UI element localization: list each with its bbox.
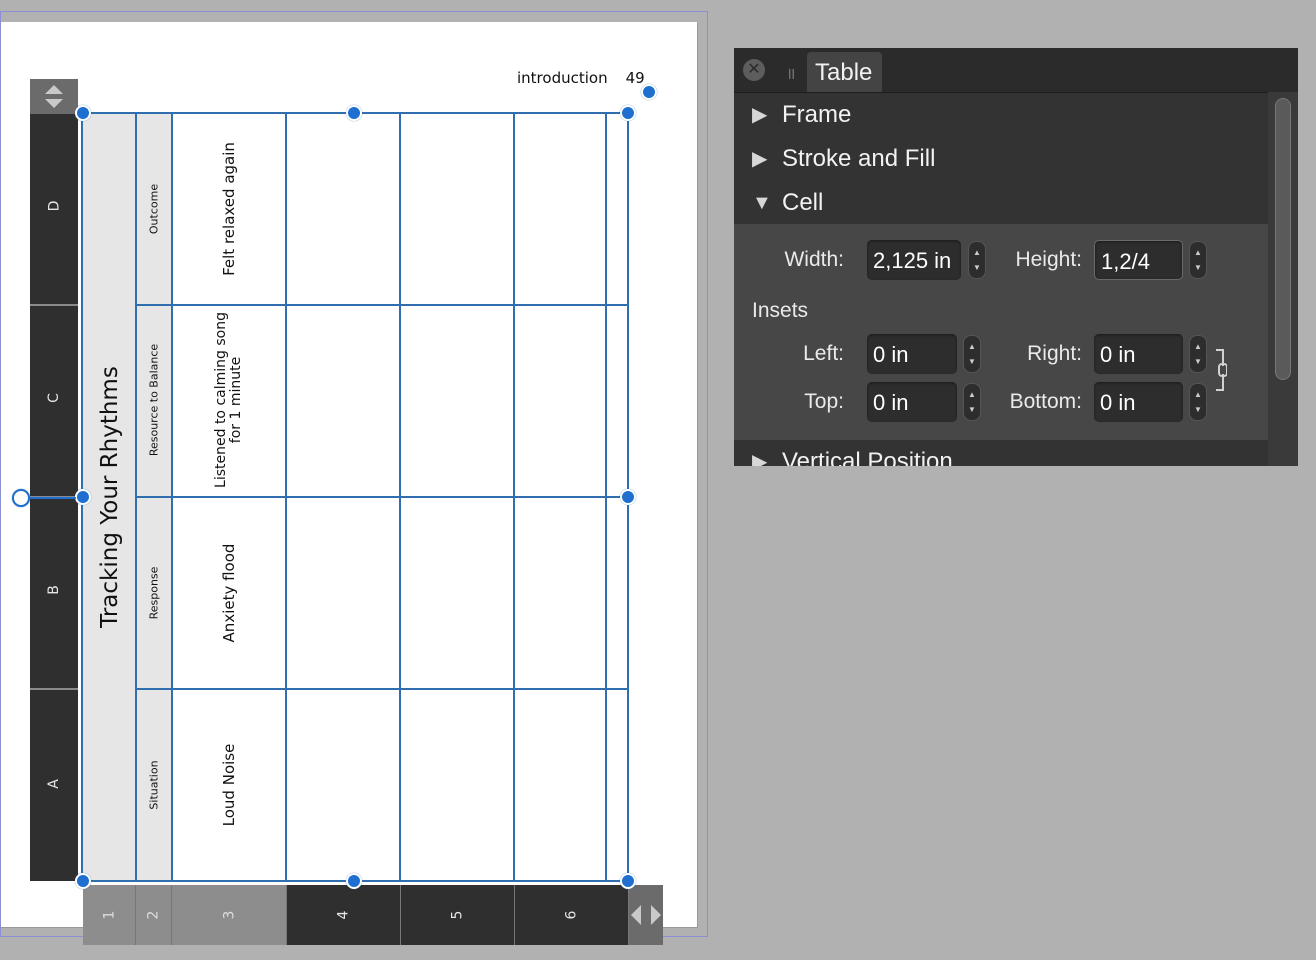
column-header-4[interactable]: 4 — [287, 885, 401, 945]
grid-line — [136, 496, 628, 498]
column-header-1[interactable]: 1 — [83, 885, 136, 945]
top-inset-stepper[interactable]: ▲ ▼ — [963, 383, 981, 421]
table-cell-text: Anxiety flood — [220, 543, 238, 643]
top-inset-field[interactable]: 0 in — [867, 382, 957, 422]
table-cell-text: Loud Noise — [220, 743, 238, 827]
selection-handle[interactable] — [620, 873, 636, 889]
top-inset-label: Top: — [804, 390, 844, 413]
category-label: Resource to Balance — [147, 343, 161, 457]
selection-handle[interactable] — [620, 105, 636, 121]
selection-handle[interactable] — [75, 873, 91, 889]
disclosure-right-icon: ▶ — [752, 451, 768, 466]
link-insets-icon[interactable] — [1213, 346, 1228, 394]
left-inset-field[interactable]: 0 in — [867, 334, 957, 374]
drag-grip-icon[interactable]: ॥ — [786, 62, 796, 84]
row-divider[interactable] — [30, 688, 78, 690]
disclosure-right-icon: ▶ — [752, 104, 768, 126]
left-inset-label: Left: — [803, 342, 844, 365]
rotation-handle[interactable] — [641, 84, 657, 100]
selection-handle[interactable] — [620, 489, 636, 505]
row-divider[interactable] — [30, 304, 78, 306]
updown-arrows-icon — [45, 85, 63, 108]
close-icon[interactable]: ✕ — [743, 59, 765, 81]
section-stroke-fill-label: Stroke and Fill — [782, 145, 936, 172]
leftright-arrows-icon — [631, 905, 661, 925]
insets-label: Insets — [752, 299, 809, 322]
right-inset-label: Right: — [1027, 342, 1082, 365]
grid-line — [136, 304, 628, 306]
bottom-inset-label: Bottom: — [1009, 390, 1082, 413]
width-label: Width: — [784, 248, 844, 271]
left-inset-stepper[interactable]: ▲ ▼ — [963, 335, 981, 373]
selection-handle[interactable] — [346, 105, 362, 121]
panel-scroll-thumb[interactable] — [1275, 98, 1291, 380]
height-stepper[interactable]: ▲ ▼ — [1189, 241, 1207, 279]
bottom-inset-stepper[interactable]: ▲ ▼ — [1189, 383, 1207, 421]
selection-handle[interactable] — [346, 873, 362, 889]
selection-handle[interactable] — [75, 105, 91, 121]
table-cell-text: Felt relaxed again — [220, 142, 238, 276]
section-vertical-position-label: Vertical Position — [782, 448, 953, 466]
disclosure-right-icon: ▶ — [752, 148, 768, 170]
anchor-handle[interactable] — [12, 489, 30, 507]
selection-handle[interactable] — [75, 489, 91, 505]
row-header-a[interactable]: A — [30, 776, 78, 792]
column-header-5[interactable]: 5 — [401, 885, 515, 945]
disclosure-down-icon: ▼ — [752, 192, 772, 214]
category-label: Situation — [147, 760, 161, 810]
running-head: introduction 49 — [517, 69, 645, 87]
table-cell-text: Listened to calming song for 1 minute — [213, 312, 244, 488]
height-field[interactable]: 1,2/4 — [1094, 240, 1183, 280]
running-head-page-number: 49 — [625, 69, 645, 87]
running-head-section: introduction — [517, 69, 608, 87]
row-header-b[interactable]: B — [30, 582, 78, 598]
table-cell-text-line: Listened to calming song — [213, 312, 229, 488]
row-header-c[interactable]: C — [30, 390, 78, 406]
column-header-2[interactable]: 2 — [136, 885, 172, 945]
section-stroke-and-fill[interactable]: ▶ Stroke and Fill — [734, 137, 1268, 181]
category-label: Outcome — [147, 183, 161, 235]
row-resize-handle[interactable] — [30, 79, 78, 114]
anchor-connector — [30, 497, 76, 499]
column-header-6[interactable]: 6 — [515, 885, 629, 945]
chain-link-icon — [1216, 349, 1228, 391]
section-frame-label: Frame — [782, 101, 852, 128]
height-label: Height: — [1015, 248, 1082, 271]
section-frame[interactable]: ▶ Frame — [734, 93, 1268, 137]
section-cell-label: Cell — [782, 189, 824, 216]
section-cell[interactable]: ▼ Cell — [734, 181, 1268, 225]
row-header-d[interactable]: D — [30, 198, 78, 214]
tab-table[interactable]: Table — [807, 52, 882, 92]
category-label: Response — [147, 566, 161, 620]
cell-section-body: Width: 2,125 in ▲ ▼ Height: 1,2/4 ▲ ▼ Inse… — [734, 224, 1268, 440]
section-vertical-position[interactable]: ▶ Vertical Position — [734, 440, 1268, 466]
bottom-inset-field[interactable]: 0 in — [1094, 382, 1183, 422]
column-header-3[interactable]: 3 — [172, 885, 287, 945]
table-cell-text-line: for 1 minute — [228, 356, 244, 444]
column-resize-handle[interactable] — [629, 885, 663, 945]
right-inset-stepper[interactable]: ▲ ▼ — [1189, 335, 1207, 373]
grid-line — [136, 688, 628, 690]
table-panel: ✕ ॥ Table ▶ Frame ▶ Stroke and Fill ▼ Ce… — [734, 48, 1298, 466]
width-field[interactable]: 2,125 in — [867, 240, 961, 280]
table-title: Tracking Your Rhythms — [97, 366, 123, 628]
right-inset-field[interactable]: 0 in — [1094, 334, 1183, 374]
